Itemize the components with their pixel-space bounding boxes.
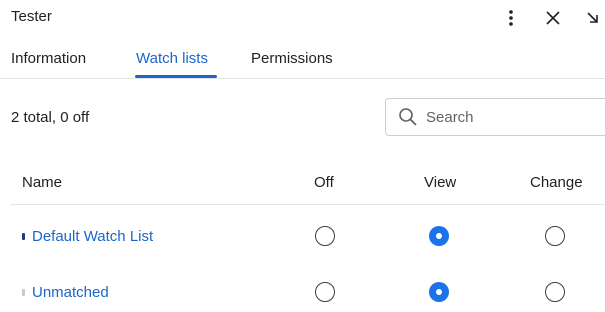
- radio-change[interactable]: [545, 282, 565, 302]
- row-name: Default Watch List: [32, 227, 154, 245]
- column-header-change: Change: [530, 174, 583, 191]
- radio-off[interactable]: [315, 226, 335, 246]
- watch-list-link[interactable]: Unmatched: [22, 272, 109, 312]
- row-marker-icon: [22, 232, 25, 240]
- radio-change[interactable]: [545, 226, 565, 246]
- more-vertical-icon[interactable]: [499, 4, 523, 32]
- tab-watch-lists[interactable]: Watch lists: [136, 50, 208, 67]
- tab-permissions[interactable]: Permissions: [251, 50, 333, 67]
- row-name: Unmatched: [32, 283, 109, 301]
- active-tab-indicator: [135, 75, 217, 78]
- radio-view[interactable]: [429, 282, 449, 302]
- total-count: 2 total, 0 off: [11, 109, 90, 126]
- table-header-divider: [10, 204, 605, 205]
- search-box[interactable]: [385, 98, 605, 136]
- collapse-arrow-icon[interactable]: [581, 4, 605, 32]
- tab-information[interactable]: Information: [11, 50, 86, 67]
- search-icon: [398, 107, 418, 127]
- close-icon[interactable]: [541, 4, 565, 32]
- column-header-view: View: [424, 174, 457, 191]
- search-input[interactable]: [426, 105, 596, 129]
- radio-off[interactable]: [315, 282, 335, 302]
- column-header-off: Off: [314, 174, 334, 191]
- column-header-name: Name: [22, 174, 63, 191]
- table-row: Unmatched: [0, 272, 605, 312]
- watch-list-link[interactable]: Default Watch List: [22, 216, 153, 256]
- table-row: Default Watch List: [0, 216, 605, 256]
- tab-bar: Information Watch lists Permissions: [0, 44, 605, 79]
- row-marker-icon: [22, 288, 25, 296]
- panel-title: Tester: [11, 8, 52, 25]
- radio-view[interactable]: [429, 226, 449, 246]
